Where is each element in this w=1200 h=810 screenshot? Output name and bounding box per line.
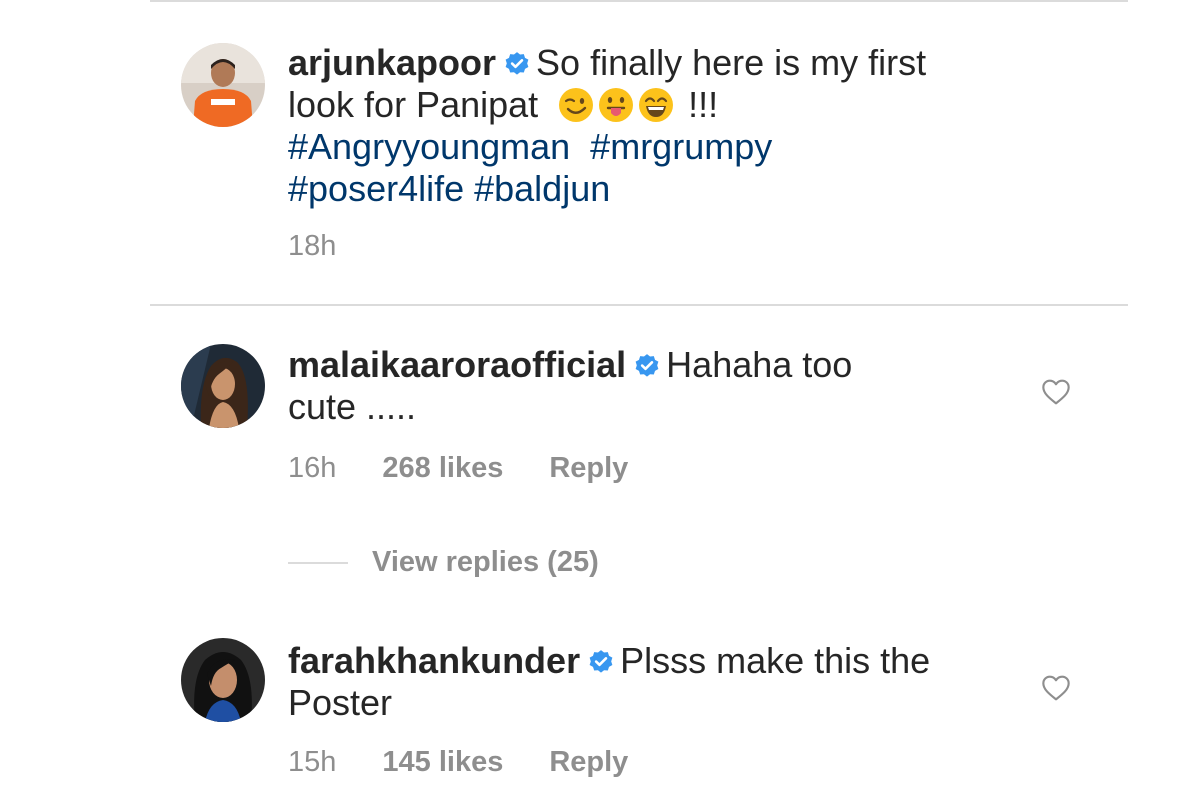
face-with-tongue-emoji-icon <box>598 87 634 123</box>
likes-count[interactable]: 268 likes <box>382 452 503 485</box>
comment-timestamp: 15h <box>288 746 337 778</box>
comment-text-line-1: Hahaha too <box>666 344 853 385</box>
caption-hashtags-1[interactable]: #Angryyoungman #mrgrumpy <box>288 126 1008 168</box>
caption-timestamp: 18h <box>288 230 337 262</box>
winking-face-emoji-icon <box>558 87 594 123</box>
verified-badge-icon <box>504 51 530 77</box>
caption-line-1: arjunkapoor So finally here is my first <box>288 42 1008 84</box>
likes-count[interactable]: 145 likes <box>382 746 503 779</box>
comment-text-line-1: Plsss make this the <box>620 640 931 681</box>
heart-outline-icon[interactable] <box>1040 376 1072 408</box>
caption-text-line-1: So finally here is my first <box>536 42 927 83</box>
caption-hashtags-2[interactable]: #poser4life #baldjun <box>288 168 1008 210</box>
comment-meta-malaika: 16h 268 likes Reply <box>288 452 628 485</box>
caption-line-2: look for Panipat !!! <box>288 84 1008 126</box>
verified-badge-icon <box>634 353 660 379</box>
avatar-arjunkapoor[interactable] <box>181 43 265 127</box>
comment-farahkhankunder: farahkhankunder Plsss make this the Post… <box>288 640 1008 724</box>
grinning-squinting-face-emoji-icon <box>638 87 674 123</box>
view-replies-button[interactable]: View replies (25) <box>288 546 599 579</box>
view-replies-line <box>288 561 348 564</box>
caption-meta: 18h <box>288 230 336 263</box>
reply-button[interactable]: Reply <box>549 452 628 485</box>
top-divider <box>150 0 1128 2</box>
caption-divider <box>150 304 1128 306</box>
comment-text-line-2: Poster <box>288 682 393 723</box>
username-arjunkapoor[interactable]: arjunkapoor <box>288 42 496 83</box>
reply-button[interactable]: Reply <box>549 746 628 779</box>
comment-meta-farah: 15h 145 likes Reply <box>288 746 628 779</box>
verified-badge-icon <box>588 649 614 675</box>
avatar-malaikaaroraofficial[interactable] <box>181 344 265 428</box>
comment-line-1: farahkhankunder Plsss make this the <box>288 640 1008 682</box>
comment-text-line-2: cute ..... <box>288 386 417 427</box>
heart-outline-icon[interactable] <box>1040 672 1072 704</box>
view-replies-label: View replies (25) <box>372 546 599 578</box>
username-malaikaaroraofficial[interactable]: malaikaaroraofficial <box>288 344 626 385</box>
username-farahkhankunder[interactable]: farahkhankunder <box>288 640 580 681</box>
comment-malaikaaroraofficial: malaikaaroraofficial Hahaha too cute ...… <box>288 344 1008 428</box>
caption-text-line-2: look for Panipat <box>288 84 539 125</box>
caption-text: arjunkapoor So finally here is my first … <box>288 42 1008 210</box>
avatar-farahkhankunder[interactable] <box>181 638 265 722</box>
comment-line-1: malaikaaroraofficial Hahaha too <box>288 344 1008 386</box>
caption-exclaim: !!! <box>678 84 719 125</box>
comment-timestamp: 16h <box>288 452 337 484</box>
